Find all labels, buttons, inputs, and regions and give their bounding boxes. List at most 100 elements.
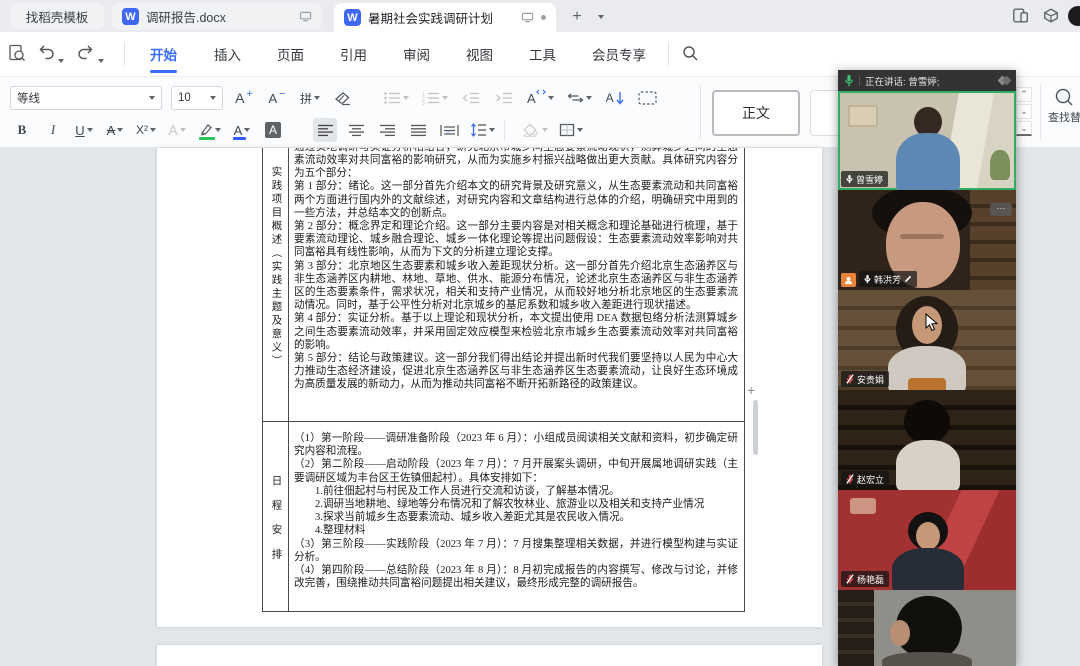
tile-more-button[interactable]: ⋯ — [990, 203, 1012, 216]
find-icon — [1054, 87, 1074, 107]
mic-on-icon — [846, 174, 853, 184]
justify-button[interactable] — [406, 118, 430, 142]
video-tile-3[interactable]: 安贵娟 — [838, 290, 1016, 390]
row1-content-cell[interactable]: 通过实地调研与实证分析相结合，研究北京市城乡间生态要素流动现状，测算城乡之间的生… — [294, 148, 738, 392]
mobile-view-icon[interactable] — [1012, 7, 1030, 24]
find-replace-button[interactable]: 查找替换 — [1048, 83, 1080, 143]
ribbon-tab-page[interactable]: 页面 — [271, 32, 310, 76]
distribute-button[interactable]: ‹› — [437, 118, 461, 142]
new-tab-button[interactable]: + — [566, 6, 588, 28]
ribbon-tab-references[interactable]: 引用 — [334, 32, 373, 76]
ribbon-tab-insert[interactable]: 插入 — [208, 32, 247, 76]
rename-pencil-icon — [904, 275, 912, 283]
participant-badge: 曾雪婷 — [841, 171, 888, 187]
mic-on-icon — [864, 274, 871, 284]
window-tab-bar: 找稻壳模板 W 调研报告.docx W 暑期社会实践调研计划 + — [0, 0, 1080, 32]
host-badge-icon — [841, 273, 856, 287]
redo-dropdown[interactable] — [98, 50, 104, 68]
wps-writer-icon: W — [122, 8, 139, 25]
underline-button[interactable]: U — [72, 118, 96, 142]
paragraph: 第 4 部分：实证分析。基于以上理论和现状分析，本文提出使用 DEA 数据包络分… — [294, 312, 738, 352]
paragraph: 第 3 部分：北京地区生态要素和城乡收入差距现状分析。这一部分首先介绍北京生态涵… — [294, 260, 738, 313]
table-insert-row-button[interactable]: + — [747, 382, 755, 398]
table-resize-handle[interactable] — [753, 400, 758, 455]
3d-object-icon[interactable] — [1042, 7, 1060, 24]
bullet-list-button[interactable] — [381, 86, 411, 110]
paragraph-layout-button[interactable] — [636, 86, 660, 110]
style-gallery-down[interactable]: ⌄ — [1016, 104, 1032, 119]
increase-font-button[interactable]: A+ — [232, 86, 256, 110]
paragraph: 第 5 部分：结论与政策建议。这一部分我们得出结论并提出新时代我们要坚持以人民为… — [294, 352, 738, 392]
italic-button[interactable]: I — [41, 118, 65, 142]
ribbon-tab-review[interactable]: 审阅 — [397, 32, 436, 76]
font-color-button[interactable]: A — [230, 118, 254, 142]
character-scaling-button[interactable]: A — [525, 86, 556, 110]
align-center-button[interactable] — [344, 118, 368, 142]
row2-header-cell[interactable]: 日程安排 — [263, 422, 289, 612]
account-avatar[interactable] — [1068, 6, 1080, 26]
document-page[interactable]: 实践项目概述（实践主题及意义） 通过实地调研与实证分析相结合，研究北京市城乡间生… — [157, 148, 822, 627]
ribbon-tab-tools[interactable]: 工具 — [523, 32, 562, 76]
participant-badge: 安贵娟 — [841, 371, 889, 387]
ribbon-tab-home[interactable]: 开始 — [144, 32, 183, 76]
align-right-button[interactable] — [375, 118, 399, 142]
video-tile-5[interactable]: 杨艳磊 — [838, 490, 1016, 590]
tab-list-chevron[interactable] — [590, 6, 612, 28]
ribbon-tab-view[interactable]: 视图 — [460, 32, 499, 76]
ribbon-tab-member[interactable]: 会员专享 — [586, 32, 652, 76]
undo-icon[interactable] — [38, 44, 56, 60]
bold-button[interactable]: B — [10, 118, 34, 142]
tab-document-report[interactable]: W 调研报告.docx — [112, 3, 322, 30]
paragraph: （1）第一阶段——调研准备阶段（2023 年 6 月）：小组成员阅读相关文献和资… — [294, 432, 738, 458]
numbered-list-button[interactable]: 123 — [420, 86, 450, 110]
increase-indent-button[interactable] — [492, 86, 516, 110]
mic-muted-icon — [846, 374, 854, 384]
tab-practice-plan-active[interactable]: W 暑期社会实践调研计划 — [334, 3, 556, 32]
video-tile-2[interactable]: ⋯ 韩洪芳 — [838, 190, 1016, 290]
clear-format-eraser-icon[interactable] — [331, 86, 355, 110]
monitor-icon — [299, 11, 312, 22]
style-normal[interactable]: 正文 — [712, 90, 800, 136]
undo-dropdown[interactable] — [58, 50, 64, 68]
video-tile-1[interactable]: 曾雪婷 — [838, 91, 1016, 190]
wall-art-decor — [848, 105, 878, 127]
video-tile-6[interactable] — [838, 590, 1016, 666]
redo-icon[interactable] — [76, 44, 94, 60]
sort-button[interactable]: A — [603, 86, 627, 110]
character-shading-button[interactable]: A — [261, 118, 285, 142]
meeting-panel[interactable]: 正在讲话: 曾雪婷; 曾雪婷 ⋯ 韩洪芳 — [838, 70, 1016, 666]
bookshelf-decor — [838, 590, 874, 666]
row1-header-cell[interactable]: 实践项目概述（实践主题及意义） — [263, 166, 289, 416]
tab-label: 找稻壳模板 — [26, 7, 89, 26]
participant-name: 安贵娟 — [857, 373, 884, 386]
font-size-select[interactable]: 10 — [171, 86, 223, 110]
strikethrough-button[interactable]: A — [103, 118, 127, 142]
print-preview-icon[interactable] — [8, 44, 26, 62]
tab-docer-templates[interactable]: 找稻壳模板 — [10, 3, 104, 30]
ribbon-search-icon[interactable] — [682, 45, 699, 62]
paragraph: 第 2 部分：概念界定和理论介绍。这一部分主要内容是对相关概念和理论基础进行梳理… — [294, 220, 738, 260]
align-left-button[interactable] — [313, 118, 337, 142]
participant-badge: 韩洪芳 — [859, 271, 917, 287]
paragraph: 2.调研当地耕地、绿地等分布情况和了解农牧林业、旅游业以及相关和支持产业情况 — [294, 498, 738, 511]
pinyin-guide-button[interactable]: 拼 — [298, 86, 322, 110]
line-spacing-button[interactable] — [468, 118, 497, 142]
text-effects-button[interactable]: A — [165, 118, 189, 142]
meeting-app-logo-icon — [999, 77, 1010, 84]
paragraph: 素流动效率对共同富裕的影响研究，从而为实施乡村振兴战略做出更大贡献。具体研究内容… — [294, 154, 738, 180]
decrease-indent-button[interactable] — [459, 86, 483, 110]
video-tile-4[interactable]: 赵宏立 — [838, 390, 1016, 490]
style-gallery-up[interactable]: ⌃ — [1016, 87, 1032, 102]
row2-label: 日程安排 — [269, 461, 284, 573]
font-name-select[interactable]: 等线 — [10, 86, 162, 110]
decrease-font-button[interactable]: A− — [265, 86, 289, 110]
highlight-color-button[interactable] — [196, 118, 223, 142]
borders-button[interactable] — [557, 118, 585, 142]
shading-bucket-button[interactable] — [521, 118, 550, 142]
superscript-button[interactable]: X² — [134, 118, 158, 142]
style-gallery-more[interactable]: ⌄ — [1016, 121, 1032, 136]
text-direction-button[interactable] — [565, 86, 594, 110]
document-table: 实践项目概述（实践主题及意义） 通过实地调研与实证分析相结合，研究北京市城乡间生… — [262, 148, 745, 612]
row2-content-cell[interactable]: （1）第一阶段——调研准备阶段（2023 年 6 月）：小组成员阅读相关文献和资… — [294, 432, 738, 590]
next-page-top[interactable] — [157, 645, 822, 666]
